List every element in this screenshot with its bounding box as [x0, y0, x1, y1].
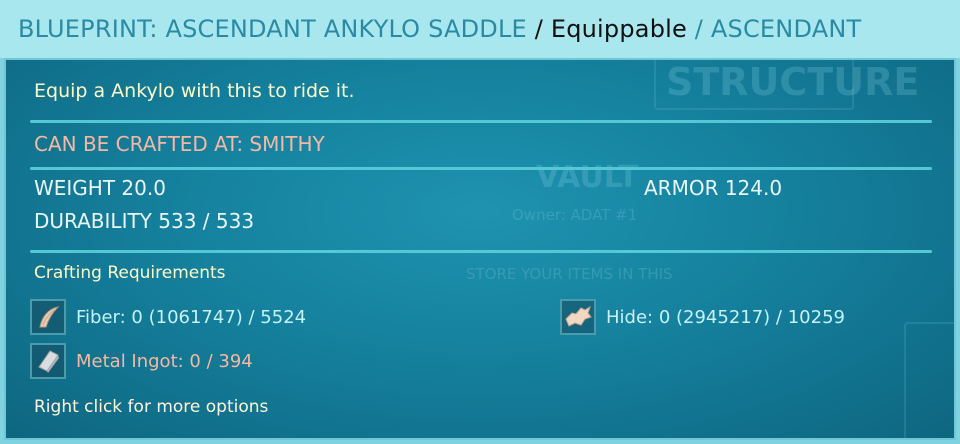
fiber-icon: [30, 299, 66, 335]
requirement-label: Metal Ingot: 0 / 394: [76, 350, 253, 372]
tooltip-content: Equip a Ankylo with this to ride it. CAN…: [6, 60, 954, 438]
tooltip-panel: STRUCTURE VAULT Owner: ADAT #1 STORE YOU…: [4, 58, 956, 440]
weight-stat: WEIGHT 20.0: [34, 176, 166, 200]
requirement-metal-ingot: Metal Ingot: 0 / 394: [30, 343, 253, 379]
metal-ingot-icon: [30, 343, 66, 379]
right-click-hint: Right click for more options: [34, 397, 269, 417]
requirement-fiber: Fiber: 0 (1061747) / 5524: [30, 299, 306, 335]
divider: [30, 120, 932, 123]
tooltip-title-bar: BLUEPRINT: ASCENDANT ANKYLO SADDLE / Equ…: [0, 0, 960, 58]
item-tier: ASCENDANT: [710, 15, 862, 43]
hide-icon: [560, 299, 596, 335]
requirement-hide: Hide: 0 (2945217) / 10259: [560, 299, 845, 335]
requirement-label: Fiber: 0 (1061747) / 5524: [76, 306, 307, 328]
crafting-requirements-title: Crafting Requirements: [34, 263, 226, 283]
item-name: BLUEPRINT: ASCENDANT ANKYLO SADDLE: [18, 15, 527, 43]
title-separator: /: [686, 15, 711, 43]
requirement-label: Hide: 0 (2945217) / 10259: [606, 306, 845, 328]
divider: [30, 250, 932, 253]
item-type: Equippable: [550, 15, 687, 43]
title-separator: /: [526, 15, 551, 43]
item-description: Equip a Ankylo with this to ride it.: [34, 80, 355, 102]
crafted-at-label: CAN BE CRAFTED AT: SMITHY: [34, 132, 325, 156]
armor-stat: ARMOR 124.0: [644, 176, 783, 200]
durability-stat: DURABILITY 533 / 533: [34, 209, 255, 233]
divider: [30, 167, 932, 170]
